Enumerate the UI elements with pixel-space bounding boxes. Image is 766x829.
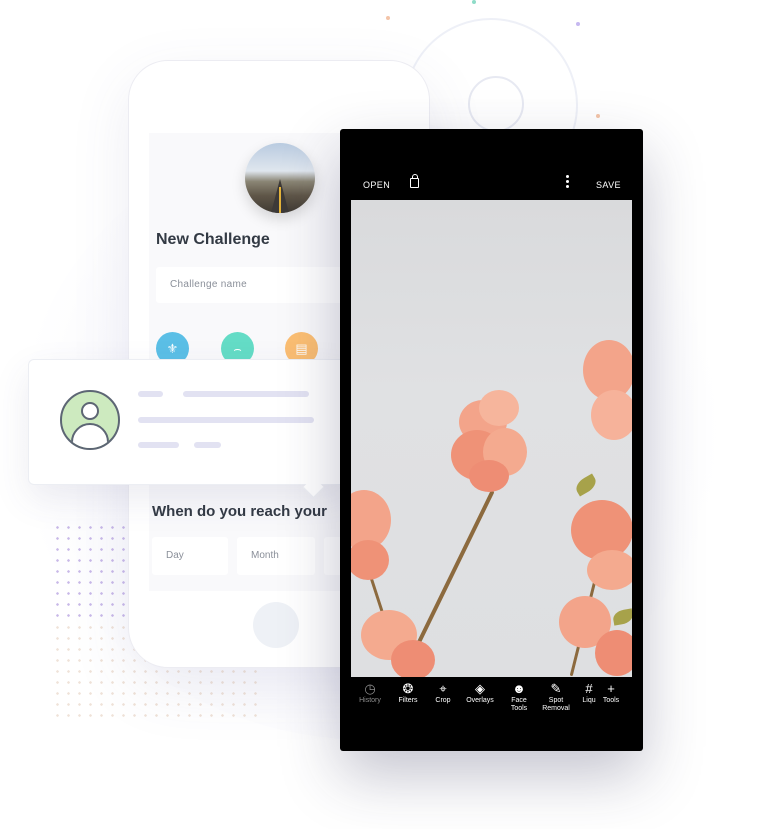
month-field[interactable]: Month <box>237 537 315 575</box>
page-title: New Challenge <box>156 231 270 248</box>
grid-icon: # <box>585 681 593 696</box>
tool-label: Overlays <box>466 697 494 704</box>
tool-label: Spot Removal <box>542 697 570 712</box>
text-placeholder-line <box>138 442 179 448</box>
day-field[interactable]: Day <box>152 537 228 575</box>
tool-label: History <box>359 697 381 704</box>
tool-face-tools[interactable]: ☻ Face Tools <box>504 681 534 713</box>
open-button[interactable]: OPEN <box>363 180 390 190</box>
decorative-ring <box>468 76 524 132</box>
flower-photo <box>351 200 632 677</box>
avatar-icon <box>60 390 120 450</box>
tool-spot-removal[interactable]: ✎ Spot Removal <box>539 681 573 713</box>
decorative-speck <box>596 114 600 118</box>
decorative-speck <box>386 16 390 20</box>
editor-top-bar: OPEN SAVE <box>340 129 643 197</box>
profile-card <box>28 359 352 499</box>
filters-icon: ❂ <box>402 681 414 696</box>
shop-bag-icon[interactable] <box>410 174 419 188</box>
tool-label: Tools <box>602 697 620 704</box>
tool-liquify[interactable]: # Liqu <box>578 681 600 705</box>
history-icon: ◷ <box>364 681 376 696</box>
editor-toolbar: ◷ History ❂ Filters ⌖ Crop ◈ Overlays ☻ … <box>340 677 643 725</box>
tool-label: Liqu <box>582 697 596 704</box>
home-button[interactable] <box>253 602 299 648</box>
reach-date-title: When do you reach your <box>152 503 328 520</box>
layers-icon: ◈ <box>475 681 485 696</box>
tool-tools[interactable]: + Tools <box>598 681 624 705</box>
tool-label: Face Tools <box>510 697 528 712</box>
tool-history[interactable]: ◷ History <box>355 681 385 705</box>
save-button[interactable]: SAVE <box>596 180 621 190</box>
more-options-icon[interactable] <box>566 175 570 190</box>
tool-filters[interactable]: ❂ Filters <box>393 681 423 705</box>
text-placeholder-line <box>138 391 163 397</box>
text-placeholder-line <box>194 442 221 448</box>
tool-crop[interactable]: ⌖ Crop <box>430 681 456 705</box>
challenge-cover-image <box>245 143 315 213</box>
tool-label: Crop <box>435 697 451 704</box>
decorative-speck <box>576 22 580 26</box>
bandage-icon: ✎ <box>550 681 562 696</box>
decorative-dot-grid <box>52 522 130 622</box>
plus-icon: + <box>607 681 615 696</box>
text-placeholder-line <box>138 417 314 423</box>
text-placeholder-line <box>183 391 309 397</box>
tool-label: Filters <box>398 697 418 704</box>
crop-icon: ⌖ <box>439 681 447 696</box>
decorative-speck <box>472 0 476 4</box>
tool-overlays[interactable]: ◈ Overlays <box>463 681 497 705</box>
photo-editor-phone: OPEN SAVE ◷ History ❂ Filters ⌖ Crop ◈ O… <box>340 129 643 751</box>
face-icon: ☻ <box>512 681 526 696</box>
